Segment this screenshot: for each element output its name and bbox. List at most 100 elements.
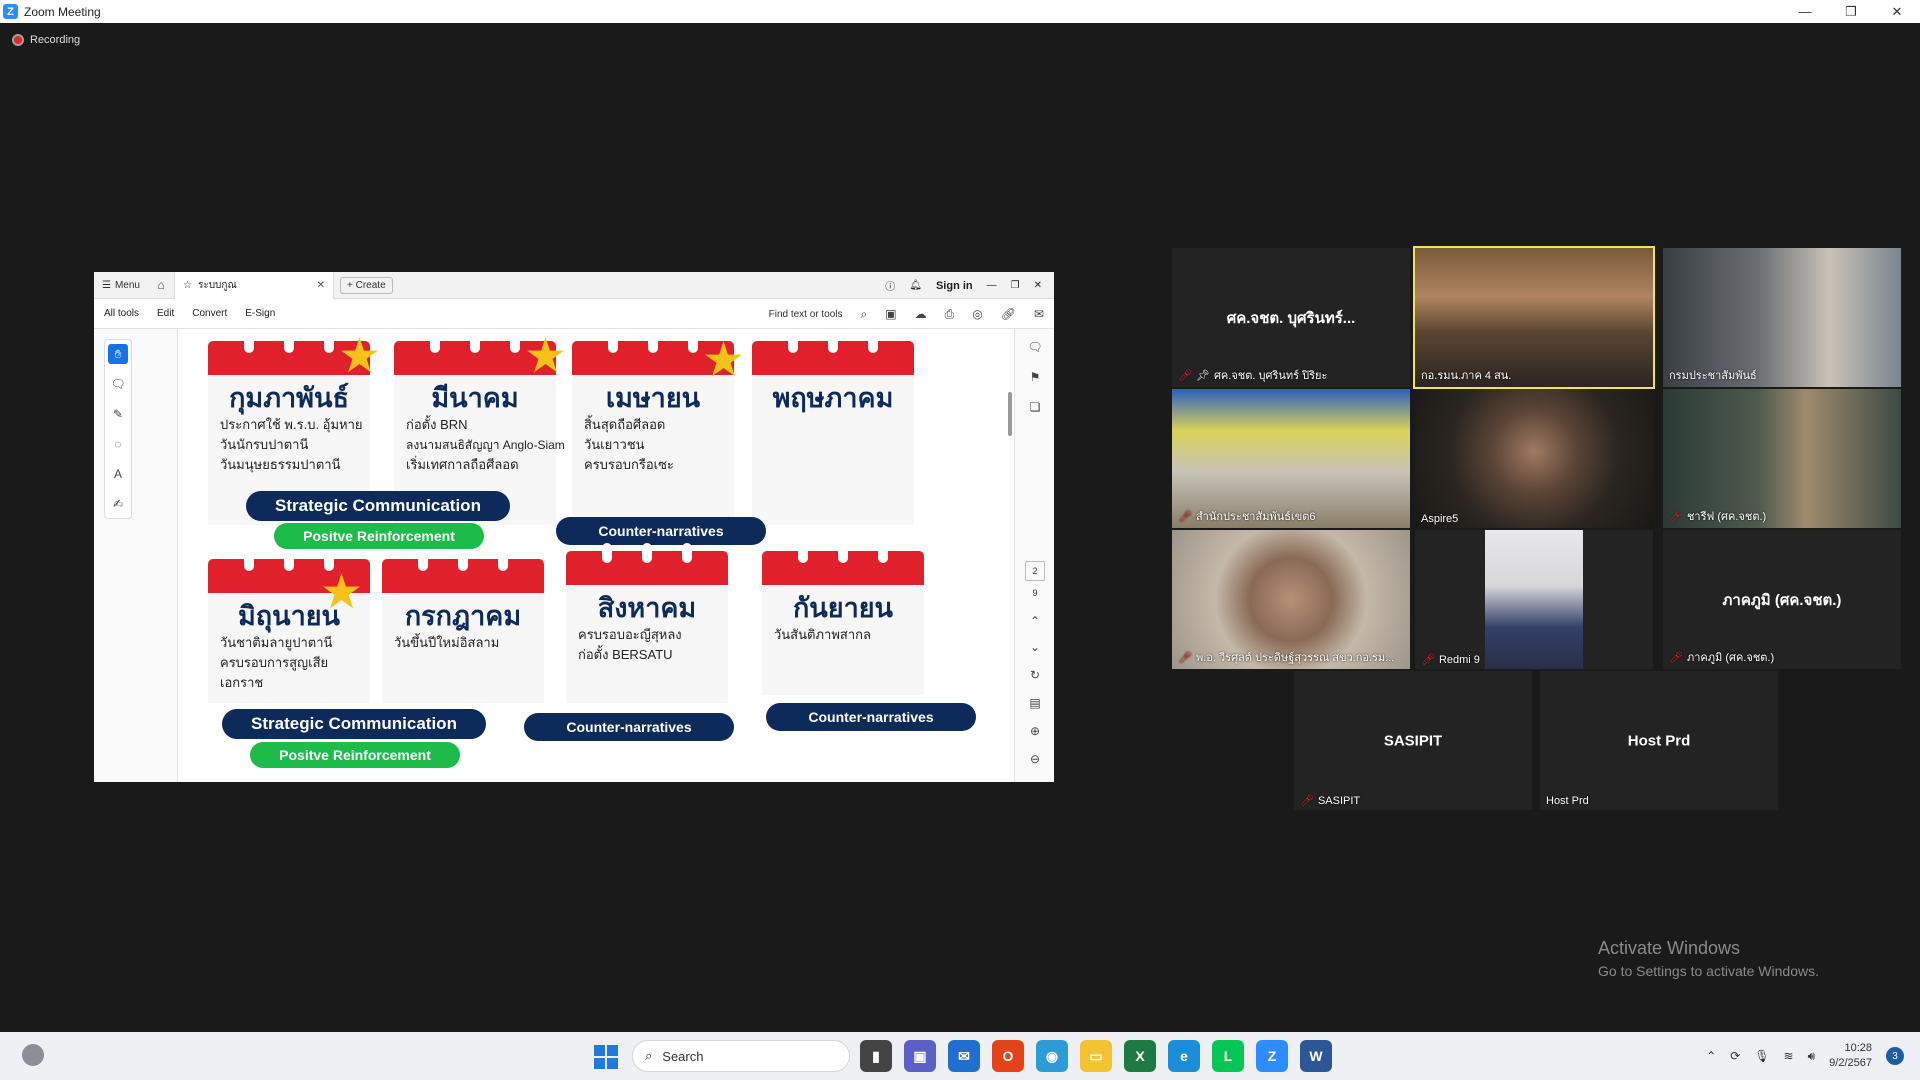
- participant-tile[interactable]: Aspire5: [1415, 389, 1653, 528]
- participant-tile[interactable]: 🎤︎ สำนักประชาสัมพันธ์เขต6: [1172, 389, 1410, 528]
- star-icon[interactable]: ☆: [183, 280, 192, 291]
- start-button[interactable]: [594, 1045, 618, 1069]
- participant-tile[interactable]: ภาคภูมิ (ศค.จชต.) 🎤︎ ภาคภูมิ (ศค.จชต.): [1663, 530, 1901, 669]
- zoom-in-icon[interactable]: ⊕: [1025, 721, 1045, 741]
- pen-tool-icon[interactable]: ✎: [108, 404, 128, 424]
- photos-icon[interactable]: ◉: [1036, 1040, 1068, 1072]
- participant-tile[interactable]: กอ.รมน.ภาค 4 สน.: [1413, 246, 1655, 389]
- teams-icon[interactable]: ▣: [904, 1040, 936, 1072]
- pdf-scrollbar[interactable]: [1008, 392, 1012, 436]
- pdf-document-tab[interactable]: ☆ ระบบกูณ ✕: [173, 272, 334, 299]
- office-icon[interactable]: O: [992, 1040, 1024, 1072]
- upload-cloud-icon[interactable]: ☁: [915, 307, 927, 321]
- pdf-close-icon[interactable]: ✕: [1034, 280, 1042, 291]
- participant-tile[interactable]: กรมประชาสัมพันธ์: [1663, 248, 1901, 387]
- counter-narratives-label: Counter-narratives: [524, 713, 734, 741]
- sign-in-button[interactable]: Sign in: [936, 280, 973, 292]
- zoom-logo-icon: Z: [3, 4, 18, 19]
- current-page-field[interactable]: 2: [1025, 561, 1045, 581]
- participant-tile[interactable]: ศค.จชต. บุศรินทร์... 🎤︎ 📌︎ ศค.จชต. บุศริ…: [1172, 248, 1410, 387]
- pdf-right-rail: 🗨︎ ⚑ ❏ 2 9 ⌃ ⌄ ↻ ▤ ⊕ ⊖: [1014, 329, 1054, 782]
- participant-tile[interactable]: 🎤︎ ชารีฟ (ศค.จชต.): [1663, 389, 1901, 528]
- all-tools-menu[interactable]: All tools: [104, 308, 139, 319]
- chevron-down-icon[interactable]: ⌄: [1025, 637, 1045, 657]
- notification-badge[interactable]: 3: [1886, 1047, 1904, 1065]
- microphone-icon[interactable]: 🎙︎: [1754, 1049, 1769, 1063]
- help-icon[interactable]: ⓘ: [885, 278, 895, 293]
- pdf-minimize-icon[interactable]: —: [987, 280, 997, 291]
- participant-tile[interactable]: 🎤︎ Redmi 9: [1415, 530, 1653, 669]
- participant-name: SASIPIT: [1317, 794, 1361, 807]
- participant-nameplate: 🎤︎ SASIPIT: [1300, 794, 1361, 808]
- line-icon[interactable]: L: [1212, 1040, 1244, 1072]
- rotate-icon[interactable]: ↻: [1025, 665, 1045, 685]
- recording-indicator[interactable]: Recording: [12, 34, 80, 46]
- email-icon[interactable]: ✉: [1034, 307, 1044, 321]
- counter-narratives-label: Counter-narratives: [556, 517, 766, 545]
- comments-panel-icon[interactable]: 🗨︎: [1025, 337, 1045, 357]
- taskbar-search[interactable]: ⌕ Search: [632, 1040, 850, 1072]
- zoom-out-icon[interactable]: ⊖: [1025, 749, 1045, 769]
- widgets-icon[interactable]: [22, 1044, 44, 1066]
- task-view-icon[interactable]: ▮: [860, 1040, 892, 1072]
- calendar-ring: [828, 333, 838, 353]
- calendar-event: วันมนุษยธรรมปาตานี: [220, 457, 341, 472]
- excel-icon[interactable]: X: [1124, 1040, 1156, 1072]
- hand-tool-icon[interactable]: ✋︎: [108, 344, 128, 364]
- wifi-icon[interactable]: ≋: [1784, 1049, 1794, 1063]
- pdf-toolbar: All tools Edit Convert E-Sign Find text …: [94, 299, 1054, 329]
- mic-muted-icon: 🎤︎: [1421, 654, 1435, 666]
- comment-tool-icon[interactable]: 🗨︎: [108, 374, 128, 394]
- file-explorer-icon[interactable]: ▭: [1080, 1040, 1112, 1072]
- convert-menu[interactable]: Convert: [192, 308, 227, 319]
- bell-icon[interactable]: 🔔︎: [909, 280, 922, 291]
- speaker-icon[interactable]: 🔊︎: [1808, 1049, 1816, 1064]
- page-fit-icon[interactable]: ▤: [1025, 693, 1045, 713]
- tab-close-icon[interactable]: ✕: [317, 280, 325, 291]
- create-button[interactable]: + Create: [339, 276, 393, 294]
- pdf-menu-button[interactable]: ☰ Menu: [94, 280, 148, 291]
- link-icon[interactable]: 🔗︎: [1001, 307, 1016, 321]
- mail-icon[interactable]: ✉: [948, 1040, 980, 1072]
- chevron-up-icon[interactable]: ⌃: [1025, 611, 1045, 631]
- text-tool-icon[interactable]: A: [108, 464, 128, 484]
- calendar-event: วันชาติมลายูปาตานี: [220, 635, 333, 650]
- participant-tile[interactable]: 🎤︎ พ.อ. วีรศุลต์ ประดิษฐ์สุวรรณ สขว.กอ.ร…: [1172, 530, 1410, 669]
- star-icon: ★: [702, 334, 746, 387]
- clock-time: 10:28: [1844, 1042, 1872, 1054]
- share-icon[interactable]: ◎: [972, 307, 982, 321]
- e-sign-menu[interactable]: E-Sign: [245, 308, 275, 319]
- search-icon[interactable]: ⌕: [861, 307, 868, 322]
- restore-button[interactable]: ❐: [1828, 0, 1874, 23]
- print-icon[interactable]: ⎙: [945, 307, 955, 322]
- minimize-button[interactable]: —: [1782, 0, 1828, 23]
- participant-nameplate: 🎤︎ ชารีฟ (ศค.จชต.): [1669, 507, 1766, 525]
- find-text-field[interactable]: Find text or tools: [769, 309, 843, 320]
- calendar-ring: [788, 333, 798, 353]
- pages-panel-icon[interactable]: ❏: [1025, 397, 1045, 417]
- taskbar-clock[interactable]: 10:28 9/2/2567: [1829, 1041, 1872, 1071]
- participant-tile[interactable]: Host Prd Host Prd: [1540, 671, 1778, 810]
- calendar-ring: [878, 543, 888, 563]
- edge-icon[interactable]: e: [1168, 1040, 1200, 1072]
- windows-taskbar: ⌕ Search ▮ ▣ ✉ O ◉ ▭ X e L Z W ⌃ ⟳ 🎙︎ ≋ …: [0, 1032, 1920, 1080]
- edit-menu[interactable]: Edit: [157, 308, 174, 319]
- home-icon[interactable]: ⌂: [148, 278, 174, 292]
- pdf-window-controls: ⓘ 🔔︎ Sign in — ❐ ✕: [885, 272, 1054, 299]
- participant-name: พ.อ. วีรศุลต์ ประดิษฐ์สุวรรณ สขว.กอ.รม..…: [1195, 652, 1395, 664]
- zoom-icon[interactable]: Z: [1256, 1040, 1288, 1072]
- save-icon[interactable]: ▣: [885, 307, 896, 321]
- calendar-event: วันเยาวชน: [584, 437, 645, 452]
- participant-tile[interactable]: SASIPIT 🎤︎ SASIPIT: [1294, 671, 1532, 810]
- close-button[interactable]: ✕: [1874, 0, 1920, 23]
- pdf-tab-title: ระบบกูณ: [197, 279, 237, 291]
- lasso-tool-icon[interactable]: ◌: [108, 434, 128, 454]
- calendar-event: ลงนามสนธิสัญญา Anglo-Siam: [406, 438, 565, 452]
- pdf-restore-icon[interactable]: ❐: [1011, 280, 1020, 291]
- word-icon[interactable]: W: [1300, 1040, 1332, 1072]
- calendar-event: เริ่มเทศกาลถือศีลอด: [406, 457, 519, 472]
- sign-tool-icon[interactable]: ✍︎: [108, 494, 128, 514]
- chevron-up-icon[interactable]: ⌃: [1706, 1049, 1716, 1063]
- bookmark-icon[interactable]: ⚑: [1025, 367, 1045, 387]
- sync-icon[interactable]: ⟳: [1730, 1049, 1740, 1063]
